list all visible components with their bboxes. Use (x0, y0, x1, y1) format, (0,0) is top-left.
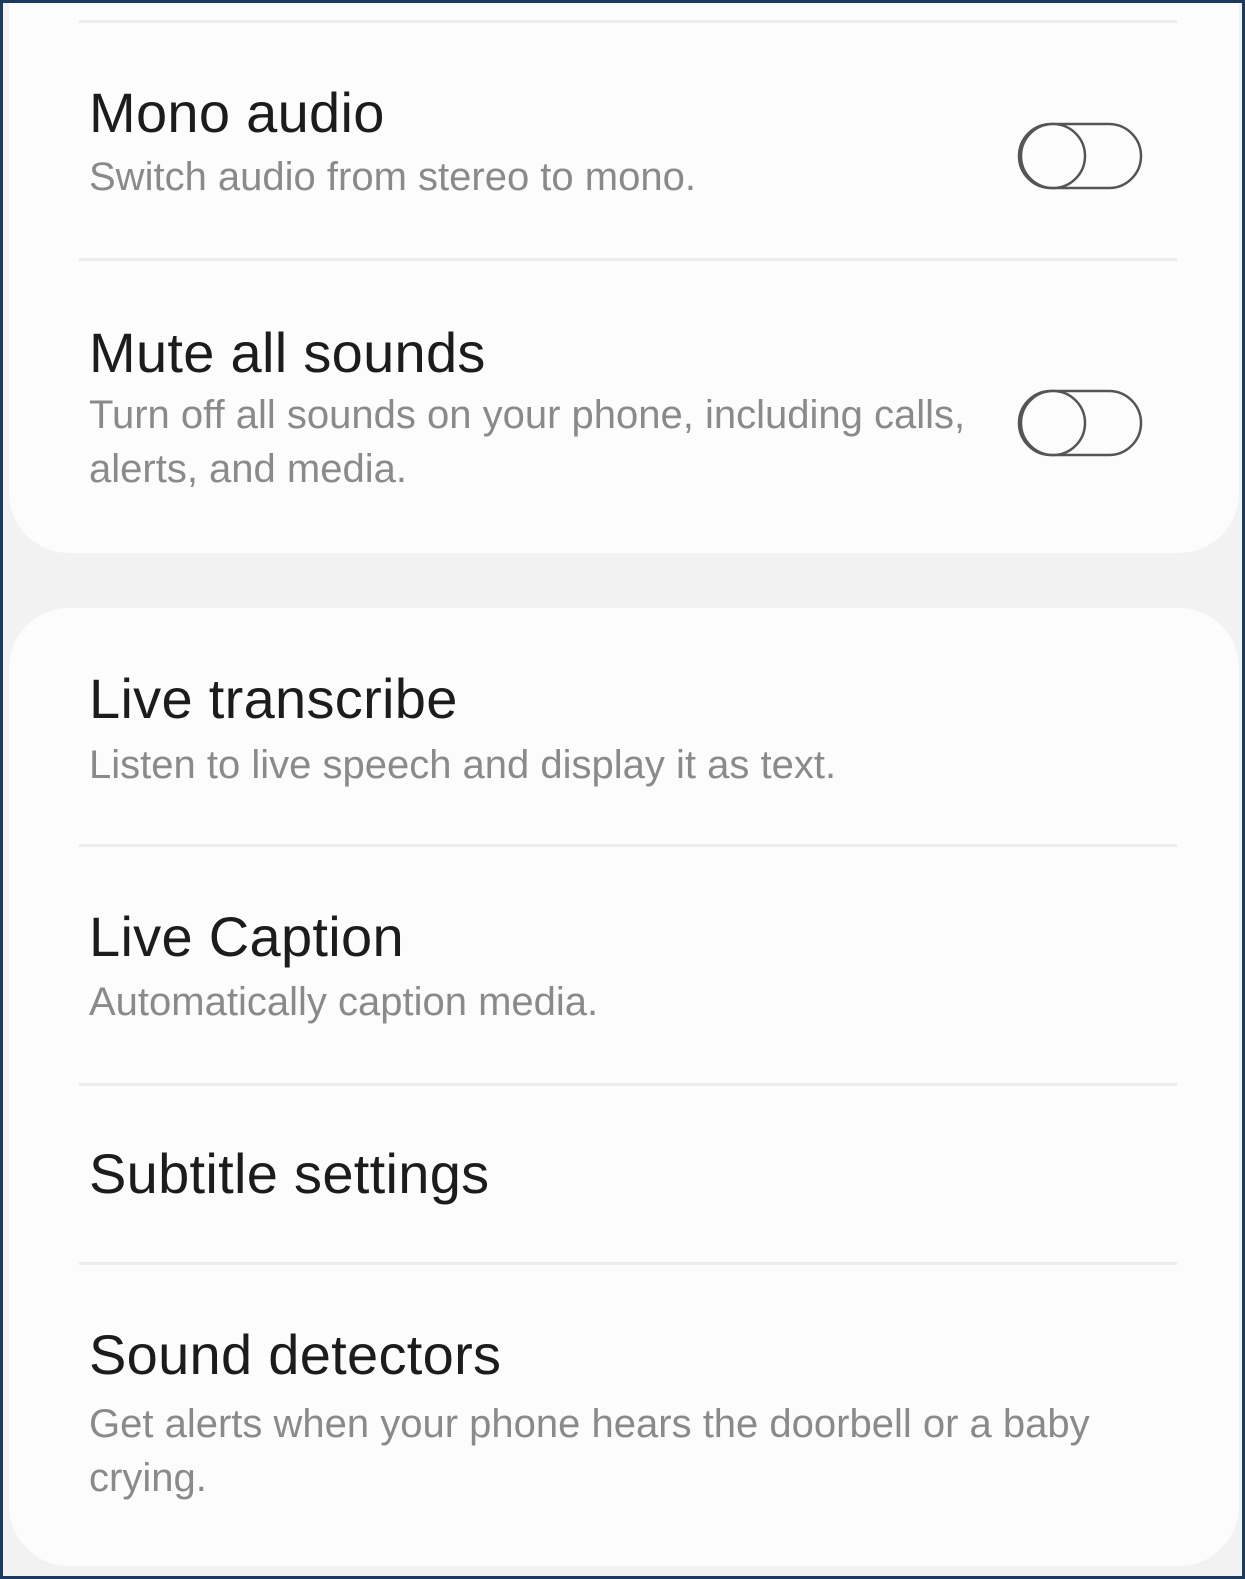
subtitle-settings-title: Subtitle settings (89, 1142, 490, 1205)
live-caption-row[interactable]: Live Caption Automatically caption media… (9, 847, 1239, 1084)
live-transcribe-description: Listen to live speech and display it as … (89, 743, 837, 787)
sound-detectors-title: Sound detectors (89, 1323, 502, 1386)
live-transcribe-title: Live transcribe (89, 667, 458, 730)
toggle-off-icon (1017, 122, 1143, 190)
live-transcribe-row[interactable]: Live transcribe Listen to live speech an… (9, 608, 1239, 845)
mute-all-sounds-row[interactable]: Mute all sounds Turn off all sounds on y… (9, 261, 1239, 551)
mute-all-sounds-toggle[interactable] (1017, 388, 1143, 458)
mono-audio-row[interactable]: Mono audio Switch audio from stereo to m… (9, 23, 1239, 259)
sound-detectors-row[interactable]: Sound detectors Get alerts when your pho… (9, 1265, 1239, 1565)
mute-all-sounds-title: Mute all sounds (89, 321, 486, 384)
mute-all-sounds-description: Turn off all sounds on your phone, inclu… (89, 393, 966, 491)
sound-detectors-description: Get alerts when your phone hears the doo… (89, 1402, 1090, 1500)
live-caption-description: Automatically caption media. (89, 980, 599, 1024)
mono-audio-title: Mono audio (89, 81, 385, 144)
sound-settings-card: Mono audio Switch audio from stereo to m… (9, 3, 1239, 553)
live-caption-title: Live Caption (89, 905, 404, 968)
hearing-enhancements-card: Live transcribe Listen to live speech an… (9, 608, 1239, 1566)
mono-audio-toggle[interactable] (1017, 121, 1143, 191)
subtitle-settings-row[interactable]: Subtitle settings (9, 1086, 1239, 1263)
mono-audio-description: Switch audio from stereo to mono. (89, 155, 696, 199)
toggle-off-icon (1017, 389, 1143, 457)
screen-frame: Mono audio Switch audio from stereo to m… (0, 0, 1245, 1579)
